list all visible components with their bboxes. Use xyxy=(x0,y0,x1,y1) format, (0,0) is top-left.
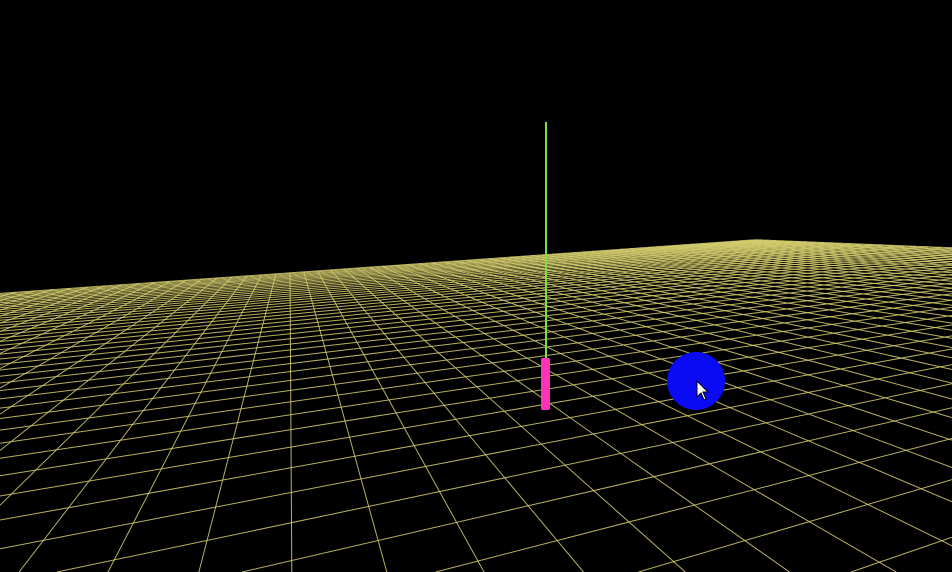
grid-line xyxy=(638,479,952,572)
grid-line xyxy=(0,241,800,302)
ground-grid xyxy=(0,239,952,572)
vertical-axis-line xyxy=(545,122,547,362)
grid-line xyxy=(0,244,883,319)
grid-line xyxy=(356,267,790,572)
grid-line xyxy=(0,348,952,521)
pink-cylinder-object[interactable] xyxy=(541,358,550,410)
grid-line xyxy=(382,265,952,547)
grid-line xyxy=(0,243,862,315)
grid-line xyxy=(0,242,825,307)
3d-viewport[interactable] xyxy=(0,0,952,572)
mouse-cursor-icon xyxy=(696,380,710,401)
grid-line xyxy=(0,324,952,477)
